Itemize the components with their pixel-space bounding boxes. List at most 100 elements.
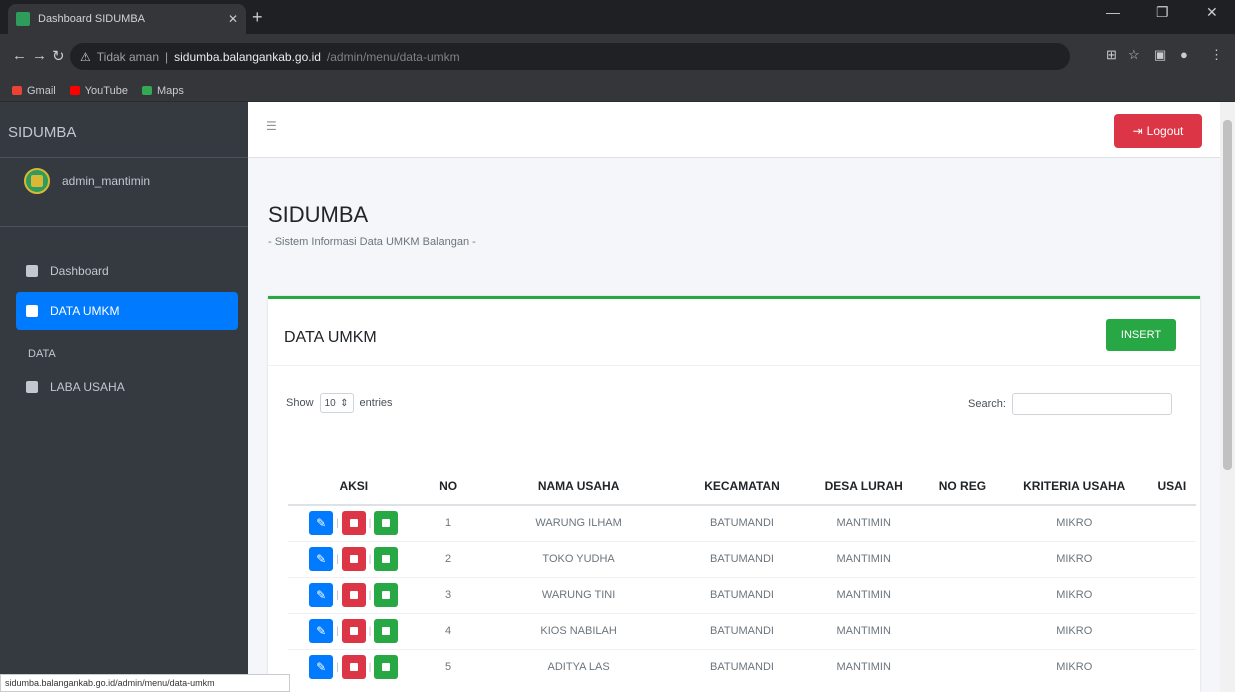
- aksi-cell: ✎ | |: [288, 540, 420, 577]
- column-header[interactable]: NO REG: [924, 467, 1001, 506]
- maximize-icon[interactable]: ❐: [1156, 4, 1169, 21]
- edit-icon: ✎: [316, 660, 327, 675]
- edit-icon: ✎: [316, 588, 327, 602]
- trash-icon: [349, 663, 358, 672]
- translate-icon[interactable]: ⊞: [1106, 47, 1117, 63]
- page-scrollbar[interactable]: [1220, 102, 1235, 692]
- forward-icon[interactable]: →: [32, 47, 47, 64]
- bookmarks-bar: Gmail YouTube Maps: [0, 80, 1235, 102]
- status-url: sidumba.balangankab.go.id/admin/menu/dat…: [0, 674, 290, 692]
- window-close-icon[interactable]: ✕: [1206, 4, 1218, 21]
- cell-usai: [1147, 612, 1196, 649]
- insert-button[interactable]: INSERT: [1106, 319, 1176, 351]
- cell-usai: [1147, 576, 1196, 613]
- edit-button[interactable]: ✎: [309, 583, 334, 607]
- divider: [268, 365, 1200, 366]
- brand-link[interactable]: SIDUMBA: [8, 124, 76, 141]
- entries-select[interactable]: 10 ⇕: [319, 393, 354, 413]
- page-subtitle: - Sistem Informasi Data UMKM Balangan -: [268, 236, 476, 248]
- delete-button[interactable]: [341, 619, 366, 643]
- browser-tab-bar: Dashboard SIDUMBA ✕ + — ❐ ✕: [0, 0, 1235, 34]
- detail-button[interactable]: [374, 511, 399, 536]
- column-header[interactable]: USAI: [1147, 467, 1196, 506]
- edit-button[interactable]: ✎: [309, 655, 334, 680]
- sidebar-item-data-umkm[interactable]: DATA UMKM: [16, 292, 238, 330]
- cell-no-reg: [924, 504, 1001, 541]
- cell-no: 4: [419, 612, 477, 649]
- security-label: Tidak aman: [96, 49, 160, 64]
- reload-icon[interactable]: ↻: [52, 47, 65, 65]
- table-search: Search:: [968, 393, 1172, 415]
- trash-icon: [349, 591, 358, 599]
- scroll-thumb[interactable]: [1223, 120, 1232, 470]
- delete-button[interactable]: [341, 655, 366, 680]
- delete-button[interactable]: [341, 511, 366, 536]
- column-header[interactable]: KECAMATAN: [680, 467, 804, 506]
- cell-kecamatan: BATUMANDI: [680, 504, 804, 541]
- main-content: ☰ ⇥ Logout SIDUMBA - Sistem Informasi Da…: [248, 102, 1220, 692]
- bookmark-gmail[interactable]: Gmail: [12, 85, 56, 97]
- cell-no-reg: [924, 612, 1001, 649]
- logout-button[interactable]: ⇥ Logout: [1114, 114, 1202, 148]
- sidebar-item-dashboard[interactable]: Dashboard: [16, 252, 238, 290]
- table-row: ✎ | | 4 KIOS NABILAH BATUMANDI MANTIMIN MIKRO: [288, 612, 1196, 649]
- table-row: ✎ | | 1 WARUNG ILHAM BATUMANDI MANTIMIN MIKRO: [288, 504, 1196, 541]
- edit-button[interactable]: ✎: [309, 619, 334, 643]
- cell-desa-lurah: MANTIMIN: [803, 504, 925, 541]
- cell-usai: [1147, 504, 1196, 541]
- detail-icon: [382, 627, 391, 635]
- column-header[interactable]: NO: [419, 467, 477, 506]
- cell-nama-usaha: KIOS NABILAH: [476, 612, 681, 649]
- profile-icon[interactable]: ●: [1180, 47, 1188, 62]
- close-tab-icon[interactable]: ✕: [228, 12, 238, 26]
- cell-desa-lurah: MANTIMIN: [803, 648, 925, 685]
- cell-kriteria: MIKRO: [1000, 612, 1148, 649]
- sidebar-section-header: DATA: [28, 348, 56, 360]
- bookmark-youtube[interactable]: YouTube: [69, 85, 128, 97]
- trash-icon: [349, 555, 358, 563]
- aksi-cell: ✎ | |: [288, 612, 420, 649]
- edit-button[interactable]: ✎: [309, 511, 334, 536]
- detail-button[interactable]: [374, 655, 399, 680]
- data-table: AKSI NO NAMA USAHA KECAMATAN DESA LURAH …: [288, 467, 1196, 685]
- menu-kebab-icon[interactable]: ⋮: [1210, 47, 1223, 63]
- user-panel[interactable]: admin_mantimin: [24, 168, 150, 194]
- cell-nama-usaha: ADITYA LAS: [476, 648, 681, 685]
- column-header[interactable]: KRITERIA USAHA: [1000, 467, 1148, 506]
- url-input[interactable]: ⚠ Tidak aman | sidumba.balangankab.go.id…: [70, 43, 1070, 70]
- table-header-row: AKSI NO NAMA USAHA KECAMATAN DESA LURAH …: [288, 467, 1196, 506]
- bookmark-maps[interactable]: Maps: [141, 85, 184, 97]
- extensions-icon[interactable]: ▣: [1154, 47, 1166, 63]
- delete-button[interactable]: [341, 547, 366, 571]
- sidebar: SIDUMBA admin_mantimin Dashboard DATA UM…: [0, 102, 248, 692]
- edit-button[interactable]: ✎: [309, 547, 334, 571]
- warning-icon: ⚠: [80, 49, 91, 64]
- detail-button[interactable]: [374, 547, 399, 571]
- cell-no: 3: [419, 576, 477, 613]
- cell-kriteria: MIKRO: [1000, 540, 1148, 577]
- sidebar-item-label: Dashboard: [50, 264, 109, 278]
- column-header[interactable]: NAMA USAHA: [476, 467, 681, 506]
- minimize-icon[interactable]: —: [1106, 4, 1120, 20]
- column-header[interactable]: DESA LURAH: [803, 467, 925, 506]
- search-input[interactable]: [1011, 393, 1172, 415]
- column-header[interactable]: AKSI: [288, 467, 420, 506]
- divider: [0, 157, 248, 158]
- cell-no-reg: [924, 648, 1001, 685]
- cell-nama-usaha: TOKO YUDHA: [476, 540, 681, 577]
- delete-button[interactable]: [341, 583, 366, 607]
- cell-kecamatan: BATUMANDI: [680, 540, 804, 577]
- users-icon: [26, 381, 38, 393]
- url-host: sidumba.balangankab.go.id: [174, 49, 321, 64]
- entries-length-control: Show 10 ⇕ entries: [286, 393, 393, 413]
- browser-tab[interactable]: Dashboard SIDUMBA ✕: [8, 4, 246, 34]
- divider: [0, 226, 248, 227]
- sidebar-item-laba-usaha[interactable]: LABA USAHA: [16, 368, 238, 406]
- new-tab-icon[interactable]: +: [252, 7, 263, 28]
- hamburger-menu-icon[interactable]: ☰: [266, 119, 277, 133]
- cell-desa-lurah: MANTIMIN: [803, 576, 925, 613]
- detail-button[interactable]: [374, 619, 399, 643]
- bookmark-star-icon[interactable]: ☆: [1128, 47, 1140, 63]
- detail-button[interactable]: [374, 583, 399, 607]
- back-icon[interactable]: ←: [12, 47, 27, 64]
